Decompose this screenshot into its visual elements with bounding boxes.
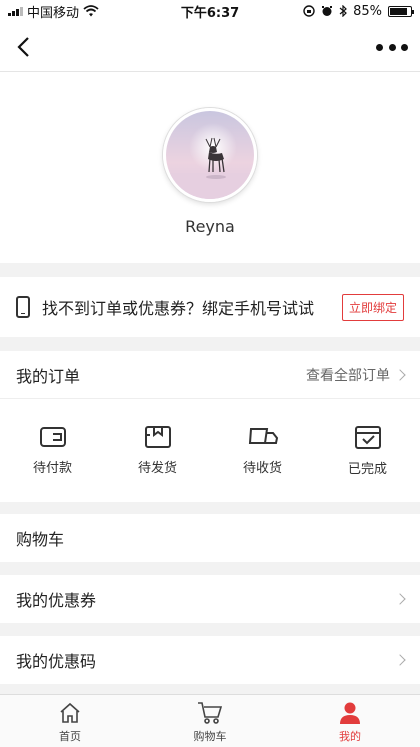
orientation-lock-icon (303, 5, 315, 17)
order-completed[interactable]: 已完成 (315, 399, 420, 501)
chevron-right-icon (394, 654, 406, 666)
order-pending-payment[interactable]: 待付款 (0, 399, 105, 501)
my-promo-codes-row[interactable]: 我的优惠码 (0, 636, 420, 684)
order-item-label: 待收货 (242, 460, 282, 476)
status-bar: 中国移动 下午6:37 85% (0, 0, 420, 22)
orders-title: 我的订单 (16, 366, 81, 386)
home-icon (60, 702, 80, 723)
bind-phone-text: 找不到订单或优惠券？绑定手机号试试 (42, 299, 315, 318)
more-button[interactable] (376, 36, 408, 58)
cart-icon (198, 702, 223, 724)
status-time: 下午6:37 (180, 5, 240, 21)
tab-me[interactable]: 我的 (280, 695, 420, 747)
order-pending-shipment[interactable]: 待发货 (105, 399, 210, 501)
battery-percent: 85% (353, 3, 382, 19)
orders-header: 我的订单 查看全部订单 (0, 351, 420, 399)
phone-icon (16, 296, 30, 318)
order-pending-receipt[interactable]: 待收货 (210, 399, 315, 501)
bind-phone-bar: 找不到订单或优惠券？绑定手机号试试 立即绑定 (0, 277, 420, 337)
profile-section: Reyna (0, 72, 420, 263)
tab-home[interactable]: 首页 (0, 695, 140, 747)
chevron-left-icon (17, 37, 29, 57)
battery-icon (388, 5, 414, 17)
order-item-label: 待发货 (137, 460, 177, 476)
back-button[interactable] (8, 32, 38, 62)
bluetooth-icon (339, 5, 347, 17)
orders-section: 我的订单 查看全部订单 待付款 待发货 待收货 已完成 (0, 351, 420, 502)
tab-label: 我的 (339, 730, 361, 743)
tab-label: 购物车 (193, 730, 227, 743)
tab-bar: 首页 购物车 我的 (0, 694, 420, 747)
truck-icon (248, 427, 278, 444)
alarm-icon (322, 6, 333, 16)
more-dot (376, 43, 383, 51)
view-all-orders-link[interactable]: 查看全部订单 (306, 365, 406, 385)
person-icon (340, 702, 360, 724)
carrier-label: 中国移动 (27, 5, 80, 21)
row-label: 我的优惠券 (16, 591, 97, 610)
tab-label: 首页 (59, 730, 81, 743)
order-item-label: 待付款 (32, 460, 72, 476)
signal-icon (8, 6, 23, 16)
wifi-icon (83, 5, 99, 17)
wallet-icon (39, 426, 66, 447)
view-all-orders-label: 查看全部订单 (306, 367, 390, 384)
my-coupons-row[interactable]: 我的优惠券 (0, 575, 420, 623)
row-label: 我的优惠码 (16, 652, 97, 671)
more-dot (401, 43, 408, 51)
more-dot (388, 43, 396, 51)
calendar-check-icon (354, 425, 381, 449)
nav-bar (0, 22, 420, 72)
order-item-label: 已完成 (347, 461, 387, 477)
username: Reyna (185, 217, 235, 236)
box-icon (144, 425, 171, 448)
shopping-cart-row[interactable]: 购物车 (0, 514, 420, 562)
row-label: 购物车 (16, 530, 65, 549)
tab-cart[interactable]: 购物车 (140, 695, 280, 747)
chevron-right-icon (394, 593, 406, 605)
chevron-right-icon (394, 368, 406, 381)
avatar[interactable] (163, 108, 257, 202)
bind-now-button[interactable]: 立即绑定 (341, 293, 404, 321)
